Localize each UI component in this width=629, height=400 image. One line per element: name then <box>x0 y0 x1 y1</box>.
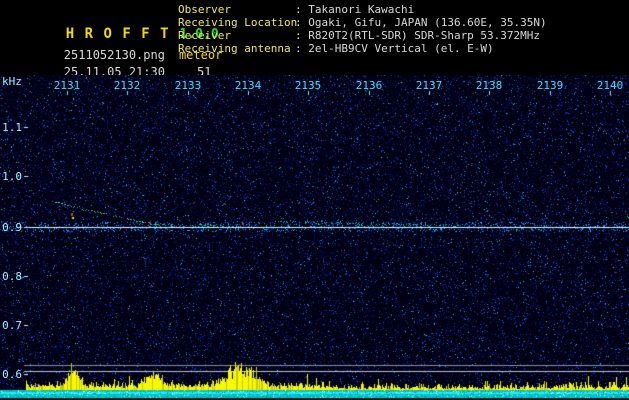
info-value: : Ogaki, Gifu, JAPAN (136.60E, 35.35N) <box>295 16 547 29</box>
header: H R O F F T 1.0.0 2511052130.png meteor 25… <box>0 0 629 79</box>
freq-label: 0.9 <box>2 221 22 234</box>
time-label: 2135 <box>294 79 322 92</box>
time-label: 2134 <box>234 79 262 92</box>
freq-label: 1.1 <box>2 121 22 134</box>
freq-label: 0.8 <box>2 270 22 283</box>
time-label: 2138 <box>475 79 503 92</box>
info-label: Observer <box>178 3 231 16</box>
info-label: Receiving Location <box>178 16 298 29</box>
receiver-info: Observer : Takanori Kawachi Receiving Loc… <box>178 3 547 55</box>
time-label: 2137 <box>415 79 443 92</box>
time-label: 2136 <box>355 79 383 92</box>
time-label: 2140 <box>596 79 624 92</box>
info-row: Receiving Location: Ogaki, Gifu, JAPAN (… <box>178 16 547 29</box>
info-row: Receiving antenna : 2el-HB9CV Vertical (e… <box>178 42 547 55</box>
time-label: 2133 <box>174 79 202 92</box>
time-label: 2131 <box>53 79 81 92</box>
info-label: Receiver <box>178 29 231 42</box>
freq-unit-label: kHz <box>2 75 22 88</box>
hrofft-window: H R O F F T 1.0.0 2511052130.png meteor 25… <box>0 0 629 400</box>
freq-label: 0.6 <box>2 368 22 381</box>
info-row: Receiver : R820T2(RTL-SDR) SDR-Sharp 53.3… <box>178 29 547 42</box>
freq-label: 1.0 <box>2 170 22 183</box>
info-value: : Takanori Kawachi <box>295 3 415 16</box>
info-row: Observer : Takanori Kawachi <box>178 3 547 16</box>
time-label: 2139 <box>536 79 564 92</box>
info-label: Receiving antenna <box>178 42 291 55</box>
info-value: : 2el-HB9CV Vertical (el. E-W) <box>295 42 494 55</box>
time-label: 2132 <box>113 79 141 92</box>
info-value: : R820T2(RTL-SDR) SDR-Sharp 53.372MHz <box>295 29 541 42</box>
spectrogram-canvas <box>0 75 629 400</box>
spectrogram: kHz 2131 2132 2133 2134 2135 2136 2137 2… <box>0 75 629 400</box>
freq-label: 0.7 <box>2 319 22 332</box>
